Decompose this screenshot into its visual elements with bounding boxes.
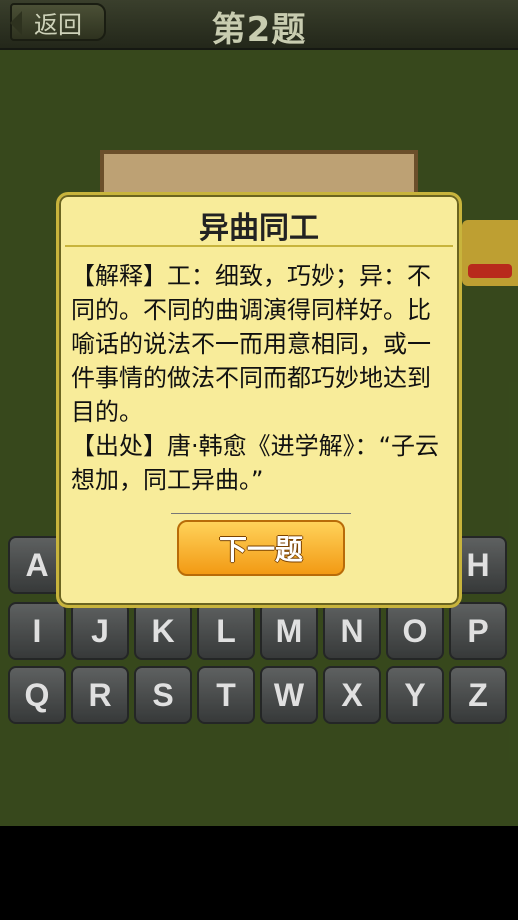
dialog-body: 【解释】工：细致，巧妙；异：不同的。不同的曲调演得同样好。比喻话的说法不一而用意… — [71, 259, 447, 497]
explanation-text: 【解释】工：细致，巧妙；异：不同的。不同的曲调演得同样好。比喻话的说法不一而用意… — [71, 262, 431, 426]
title-divider — [65, 245, 453, 247]
top-bar: 返回 第2题 — [0, 0, 518, 50]
page-title: 第2题 — [211, 10, 307, 50]
source-text: 【出处】唐·韩愈《进学解》：“子云想加，同工异曲。” — [71, 432, 440, 494]
divider-line — [171, 513, 351, 514]
bottom-bar — [0, 826, 518, 920]
next-question-button[interactable]: 下一题 — [177, 520, 345, 576]
idiom-explanation-dialog: 异曲同工 【解释】工：细致，巧妙；异：不同的。不同的曲调演得同样好。比喻话的说法… — [56, 192, 462, 608]
dialog-title: 异曲同工 — [199, 211, 319, 246]
